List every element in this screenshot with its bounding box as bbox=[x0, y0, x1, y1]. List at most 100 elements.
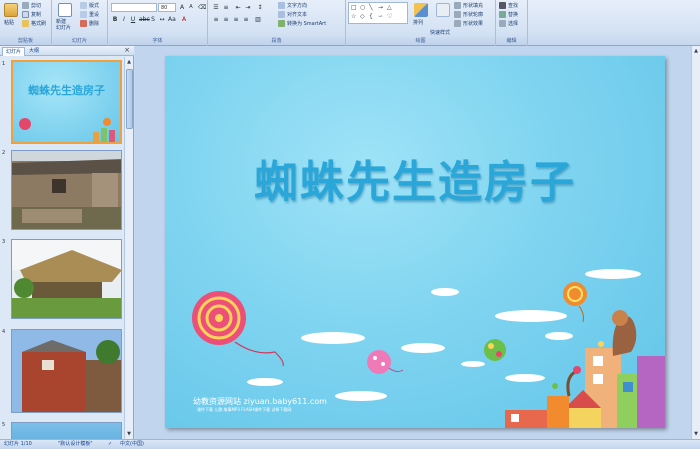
line-shape-icon[interactable]: ╲ bbox=[369, 4, 373, 11]
numbering-icon[interactable]: ≡ bbox=[222, 3, 230, 11]
quick-styles-icon[interactable] bbox=[436, 3, 450, 17]
spellcheck-icon[interactable]: ✓ bbox=[108, 440, 112, 449]
reset-button[interactable]: 重设 bbox=[80, 11, 99, 18]
layout-button[interactable]: 版式 bbox=[80, 2, 99, 9]
new-slide-button[interactable]: 新建 幻灯片 bbox=[56, 19, 71, 31]
bullets-icon[interactable]: ☰ bbox=[212, 3, 220, 11]
paste-icon[interactable] bbox=[4, 3, 18, 17]
find-button[interactable]: 查找 bbox=[499, 2, 518, 9]
clipboard-group-label: 剪贴板 bbox=[0, 37, 51, 45]
arrow-shape-icon[interactable]: → bbox=[378, 4, 383, 11]
delete-slide-button[interactable]: 删除 bbox=[80, 20, 99, 27]
cursor-icon bbox=[499, 20, 506, 27]
star-shape-icon[interactable]: ☆ bbox=[351, 13, 356, 20]
grow-font-icon[interactable]: A bbox=[178, 3, 186, 11]
slide-title[interactable]: 蜘蛛先生造房子 bbox=[165, 146, 665, 210]
editor-scrollbar[interactable]: ▲ ▼ bbox=[691, 46, 700, 439]
heart-shape-icon[interactable]: ♡ bbox=[387, 13, 392, 20]
brace-shape-icon[interactable]: { bbox=[369, 13, 373, 20]
replace-button[interactable]: 替换 bbox=[499, 11, 518, 18]
replace-icon bbox=[499, 11, 506, 18]
format-painter-button[interactable]: 格式刷 bbox=[22, 20, 46, 27]
language-indicator[interactable]: 中文(中国) bbox=[120, 440, 144, 449]
slide-thumbnail-5[interactable] bbox=[11, 422, 122, 439]
close-icon[interactable]: × bbox=[124, 46, 130, 54]
justify-icon[interactable]: ≡ bbox=[242, 15, 250, 23]
triangle-shape-icon[interactable]: △ bbox=[387, 4, 392, 11]
strikethrough-icon[interactable]: abc bbox=[138, 15, 150, 23]
align-center-icon[interactable]: ≡ bbox=[222, 15, 230, 23]
arrange-button[interactable]: 排列 bbox=[413, 19, 423, 26]
scroll-thumb[interactable] bbox=[126, 69, 133, 129]
underline-icon[interactable]: U bbox=[129, 15, 137, 23]
site-watermark: 幼教资源网站 ziyuan.baby611.com bbox=[193, 397, 327, 406]
text-direction-button[interactable]: 文字方向 bbox=[278, 2, 307, 9]
delete-label: 删除 bbox=[89, 21, 100, 27]
paragraph-group-label: 段落 bbox=[208, 37, 345, 45]
scroll-up-icon[interactable]: ▲ bbox=[692, 47, 700, 55]
slide-canvas[interactable]: 蜘蛛先生造房子 幼教资源网站 ziyuan.baby611.com 课件下载 儿… bbox=[165, 56, 665, 428]
slide-thumbnail-4[interactable] bbox=[11, 329, 122, 413]
drawing-group: □ ○ ╲ → △ ☆ ◇ { ∽ ♡ 排列 快速样式 形状填充 形状轮廓 形状… bbox=[346, 0, 496, 46]
shape-effects-button[interactable]: 形状效果 bbox=[454, 20, 483, 27]
new-slide-label: 新建 幻灯片 bbox=[56, 19, 72, 31]
copy-button[interactable]: 复制 bbox=[22, 11, 41, 18]
slide-thumbnail-2[interactable] bbox=[11, 150, 122, 230]
paste-label: 粘贴 bbox=[4, 20, 15, 26]
scroll-down-icon[interactable]: ▼ bbox=[692, 430, 700, 438]
font-group-label: 字体 bbox=[108, 37, 207, 45]
quick-styles-button[interactable]: 快速样式 bbox=[430, 29, 450, 36]
increase-indent-icon[interactable]: ⇥ bbox=[244, 3, 252, 11]
scroll-down-icon[interactable]: ▼ bbox=[125, 430, 133, 438]
slide-thumbnail-3[interactable] bbox=[11, 239, 122, 319]
paragraph-group: ☰ ≡ ⇤ ⇥ ↕ ≡ ≡ ≡ ≡ ▥ 文字方向 对齐文本 转换为 SmartA… bbox=[208, 0, 346, 46]
panel-scrollbar[interactable]: ▲ ▼ bbox=[124, 57, 133, 439]
oval-shape-icon[interactable]: ○ bbox=[360, 4, 365, 11]
align-text-icon bbox=[278, 11, 285, 18]
font-size-combo[interactable]: 80 bbox=[158, 3, 176, 12]
line-spacing-icon[interactable]: ↕ bbox=[256, 3, 264, 11]
select-button[interactable]: 选择 bbox=[499, 20, 518, 27]
columns-icon[interactable]: ▥ bbox=[254, 15, 262, 23]
effects-icon bbox=[454, 20, 461, 27]
new-slide-icon[interactable] bbox=[58, 3, 72, 17]
shape-fill-button[interactable]: 形状填充 bbox=[454, 2, 483, 9]
curve-shape-icon[interactable]: ∽ bbox=[378, 13, 383, 20]
align-right-icon[interactable]: ≡ bbox=[232, 15, 240, 23]
align-left-icon[interactable]: ≡ bbox=[212, 15, 220, 23]
copy-icon bbox=[22, 11, 29, 18]
scroll-up-icon[interactable]: ▲ bbox=[125, 58, 133, 66]
bold-icon[interactable]: B bbox=[111, 15, 119, 23]
drawing-group-label: 绘图 bbox=[346, 37, 495, 45]
convert-smartart-button[interactable]: 转换为 SmartArt bbox=[278, 20, 326, 27]
italic-icon[interactable]: I bbox=[120, 15, 128, 23]
cut-button[interactable]: 剪切 bbox=[22, 2, 41, 9]
slide-editor: 蜘蛛先生造房子 幼教资源网站 ziyuan.baby611.com 课件下载 儿… bbox=[135, 46, 700, 439]
scissors-icon bbox=[22, 2, 29, 9]
rectangle-shape-icon[interactable]: □ bbox=[351, 4, 357, 11]
shapes-gallery[interactable]: □ ○ ╲ → △ ☆ ◇ { ∽ ♡ bbox=[348, 2, 408, 24]
slide-thumbnail-1[interactable]: 蜘蛛先生造房子 bbox=[11, 60, 122, 144]
thumb-decoration bbox=[19, 118, 115, 142]
paste-button[interactable]: 粘贴 bbox=[4, 19, 14, 26]
font-color-icon[interactable]: A bbox=[180, 15, 188, 23]
tab-outline[interactable]: 大纲 bbox=[26, 47, 42, 56]
theme-name: "默认设计模板" bbox=[58, 441, 93, 447]
change-case-icon[interactable]: Aa bbox=[167, 15, 176, 23]
align-text-button[interactable]: 对齐文本 bbox=[278, 11, 307, 18]
tab-slides[interactable]: 幻灯片 bbox=[2, 47, 26, 56]
shape-outline-label: 形状轮廓 bbox=[463, 12, 484, 18]
char-spacing-icon[interactable]: ↔ bbox=[158, 15, 166, 23]
slide-number: 5 bbox=[2, 422, 6, 428]
font-group: 80 A A ⌫ B I U abc S ↔ Aa A 字体 bbox=[108, 0, 208, 46]
shadow-icon[interactable]: S bbox=[149, 15, 157, 23]
font-name-combo[interactable] bbox=[111, 3, 157, 12]
text-direction-label: 文字方向 bbox=[287, 3, 308, 9]
clear-format-icon[interactable]: ⌫ bbox=[197, 3, 206, 11]
shape-outline-button[interactable]: 形状轮廓 bbox=[454, 11, 483, 18]
slides-group: 新建 幻灯片 版式 重设 删除 幻灯片 bbox=[52, 0, 108, 46]
arrange-icon[interactable] bbox=[414, 3, 428, 17]
decrease-indent-icon[interactable]: ⇤ bbox=[234, 3, 242, 11]
shrink-font-icon[interactable]: A bbox=[187, 3, 195, 11]
callout-shape-icon[interactable]: ◇ bbox=[360, 13, 365, 20]
